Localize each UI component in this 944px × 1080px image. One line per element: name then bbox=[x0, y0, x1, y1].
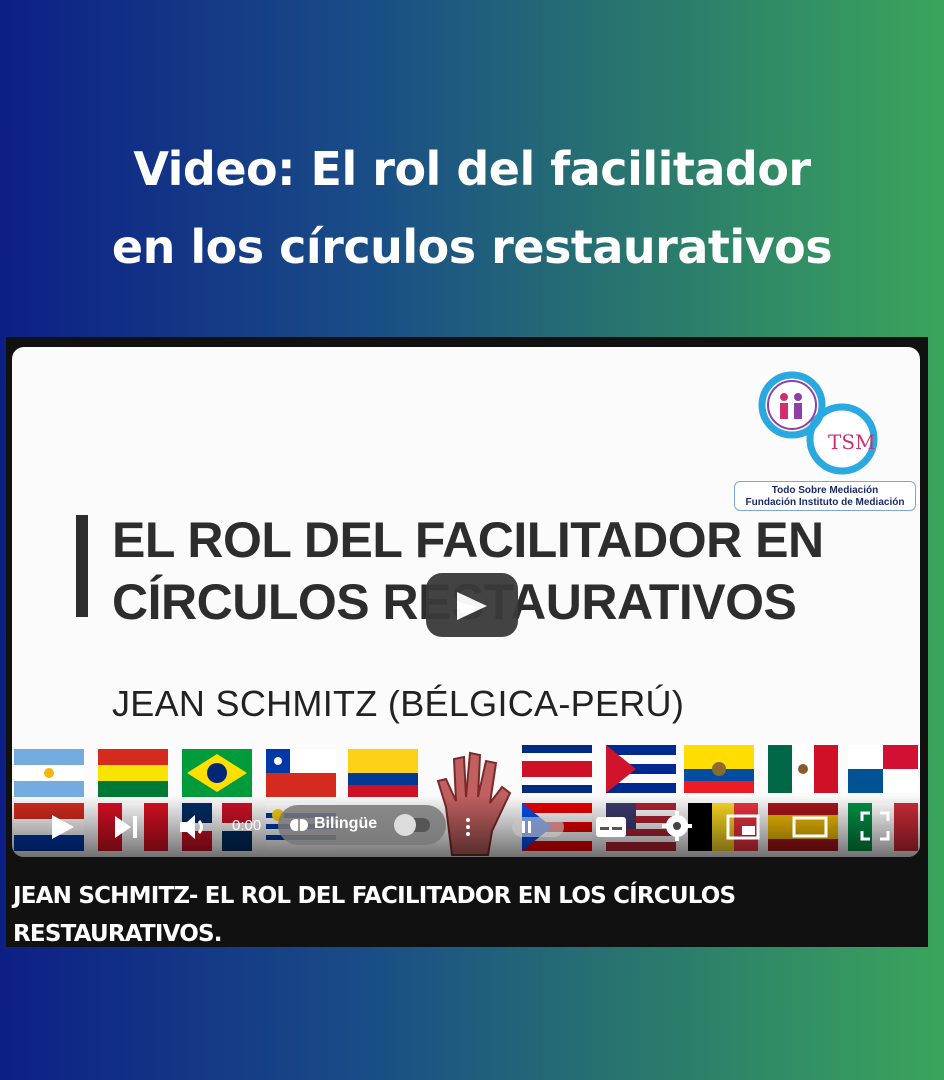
theater-icon[interactable] bbox=[792, 813, 828, 841]
more-icon[interactable] bbox=[462, 815, 474, 839]
logo-tagline: Todo Sobre Mediación Fundación Instituto… bbox=[734, 481, 916, 511]
heading-line-2: en los círculos restaurativos bbox=[111, 220, 833, 274]
logo-tag-line-2: Fundación Instituto de Mediación bbox=[745, 497, 905, 508]
bilingue-toggle[interactable]: Bilingüe bbox=[278, 805, 446, 845]
flag-cuba-icon bbox=[606, 745, 676, 793]
flag-costa-rica-icon bbox=[522, 745, 592, 793]
brain-icon bbox=[290, 819, 308, 831]
settings-icon[interactable] bbox=[662, 811, 692, 841]
pause-icon[interactable] bbox=[512, 813, 564, 841]
logo-tag-line-1: Todo Sobre Mediación bbox=[771, 485, 879, 496]
next-icon[interactable] bbox=[112, 813, 140, 841]
flag-mexico-icon bbox=[768, 745, 838, 793]
flag-chile-icon bbox=[266, 749, 336, 797]
volume-icon[interactable] bbox=[178, 813, 210, 841]
subtitles-icon[interactable] bbox=[594, 813, 628, 841]
title-accent-bar bbox=[76, 515, 88, 617]
page-heading: Video: El rol del facilitador en los cír… bbox=[0, 130, 944, 286]
play-icon[interactable] bbox=[48, 813, 76, 841]
flag-brazil-icon bbox=[182, 749, 252, 797]
video-player[interactable]: TSM Todo Sobre Mediación Fundación Insti… bbox=[6, 337, 928, 947]
flag-colombia-icon bbox=[348, 749, 418, 797]
heading-line-1: Video: El rol del facilitador bbox=[133, 142, 811, 196]
fullscreen-icon[interactable] bbox=[860, 811, 890, 841]
video-author: JEAN SCHMITZ (BÉLGICA-PERÚ) bbox=[112, 683, 685, 724]
flag-bolivia-icon bbox=[98, 749, 168, 797]
time-display: 0:00 bbox=[232, 817, 262, 834]
flag-ecuador-icon bbox=[684, 745, 754, 793]
bilingue-label: Bilingüe bbox=[314, 815, 378, 832]
logo-text: TSM bbox=[828, 430, 876, 454]
play-overlay-icon bbox=[457, 592, 487, 620]
flag-panama-icon bbox=[848, 745, 918, 793]
play-overlay-button[interactable] bbox=[426, 573, 518, 637]
flag-argentina-icon bbox=[14, 749, 84, 797]
bilingue-switch-knob[interactable] bbox=[394, 814, 416, 836]
video-title-line-1: EL ROL DEL FACILITADOR EN bbox=[112, 512, 824, 568]
video-caption[interactable]: JEAN SCHMITZ- EL ROL DEL FACILITADOR EN … bbox=[13, 877, 913, 953]
miniplayer-icon[interactable] bbox=[726, 813, 760, 841]
video-screen[interactable]: TSM Todo Sobre Mediación Fundación Insti… bbox=[12, 347, 920, 857]
